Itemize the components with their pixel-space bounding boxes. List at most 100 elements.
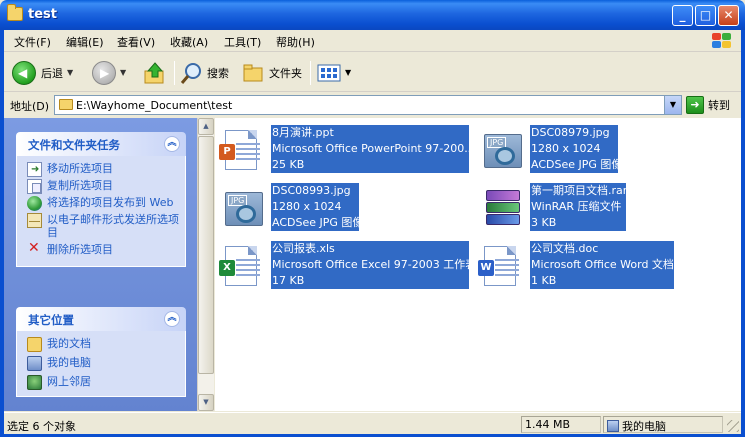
folder-icon bbox=[7, 4, 23, 21]
views-button[interactable]: ▼ bbox=[317, 59, 351, 86]
task-label: 以电子邮件形式发送所选项目 bbox=[47, 213, 179, 239]
address-label: 地址(D) bbox=[10, 100, 50, 113]
scroll-thumb[interactable] bbox=[198, 136, 214, 374]
other-places-body: 我的文档 我的电脑 网上邻居 bbox=[16, 331, 186, 397]
back-arrow-icon bbox=[12, 60, 36, 85]
menu-file[interactable]: 文件(F) bbox=[14, 34, 51, 50]
task-copy[interactable]: 复制所选项目 bbox=[27, 179, 185, 194]
status-size: 1.44 MB bbox=[525, 418, 571, 431]
menu-edit[interactable]: 编辑(E) bbox=[66, 34, 104, 50]
place-label: 我的电脑 bbox=[47, 356, 91, 369]
file-tasks-header[interactable]: 文件和文件夹任务 ︽ bbox=[16, 132, 186, 156]
back-label: 后退 bbox=[41, 66, 63, 80]
file-name: DSC08993.jpg bbox=[272, 184, 351, 197]
menu-favorites[interactable]: 收藏(A) bbox=[170, 34, 208, 50]
title-bar[interactable]: test _ □ ✕ bbox=[0, 0, 745, 30]
window-frame-right bbox=[741, 30, 745, 437]
maximize-button[interactable]: □ bbox=[695, 5, 716, 26]
word-file-icon: W bbox=[478, 244, 524, 290]
address-value: E:\Wayhome_Document\test bbox=[76, 99, 233, 112]
file-type: Microsoft Office Excel 97-2003 工作表 bbox=[272, 258, 469, 271]
task-email[interactable]: 以电子邮件形式发送所选项目 bbox=[27, 213, 185, 239]
windows-logo-icon bbox=[711, 32, 733, 50]
file-type: WinRAR 压缩文件 bbox=[531, 200, 622, 213]
menu-help[interactable]: 帮助(H) bbox=[276, 34, 315, 50]
scroll-down-button[interactable]: ▼ bbox=[198, 394, 214, 411]
forward-button[interactable]: ▼ bbox=[92, 59, 126, 86]
place-my-computer[interactable]: 我的电脑 bbox=[27, 356, 185, 371]
task-label: 复制所选项目 bbox=[47, 179, 113, 192]
menu-view[interactable]: 查看(V) bbox=[117, 34, 155, 50]
task-delete[interactable]: 删除所选项目 bbox=[27, 242, 185, 258]
close-button[interactable]: ✕ bbox=[718, 5, 739, 26]
search-button[interactable]: 搜索 bbox=[180, 59, 229, 86]
file-item[interactable]: JPG DSC08993.jpg 1280 x 1024 ACDSee JPG … bbox=[215, 183, 473, 231]
up-folder-icon bbox=[144, 61, 164, 83]
file-name: 8月演讲.ppt bbox=[272, 126, 334, 139]
chevron-down-icon: ▼ bbox=[120, 68, 127, 77]
back-button[interactable]: 后退 ▼ bbox=[12, 59, 73, 86]
file-details: DSC08993.jpg 1280 x 1024 ACDSee JPG 图像 bbox=[271, 183, 359, 231]
go-label: 转到 bbox=[708, 99, 730, 112]
file-type: Microsoft Office PowerPoint 97-200... bbox=[272, 142, 469, 155]
place-label: 我的文档 bbox=[47, 337, 91, 350]
toolbar-separator bbox=[310, 61, 311, 85]
file-type: 1280 x 1024 bbox=[272, 200, 342, 213]
up-folder-button[interactable] bbox=[143, 59, 167, 86]
file-size: ACDSee JPG 图像 bbox=[531, 158, 618, 171]
place-network[interactable]: 网上邻居 bbox=[27, 375, 185, 390]
forward-arrow-icon bbox=[92, 60, 116, 85]
file-item[interactable]: W 公司文档.doc Microsoft Office Word 文档 1 KB bbox=[474, 241, 736, 289]
collapse-icon[interactable]: ︽ bbox=[164, 311, 180, 327]
file-item[interactable]: X 公司报表.xls Microsoft Office Excel 97-200… bbox=[215, 241, 473, 289]
menu-tools[interactable]: 工具(T) bbox=[224, 34, 261, 50]
folders-icon bbox=[243, 64, 263, 81]
my-computer-icon bbox=[27, 356, 42, 371]
place-my-documents[interactable]: 我的文档 bbox=[27, 337, 185, 352]
status-selection: 选定 6 个对象 bbox=[7, 420, 76, 433]
file-list[interactable]: P 8月演讲.ppt Microsoft Office PowerPoint 9… bbox=[215, 118, 741, 411]
email-icon bbox=[27, 213, 42, 228]
other-places-panel: 其它位置 ︽ 我的文档 我的电脑 网上邻居 bbox=[16, 307, 186, 397]
chevron-down-icon: ▼ bbox=[345, 68, 352, 77]
file-type: Microsoft Office Word 文档 bbox=[531, 258, 674, 271]
address-bar: 地址(D) E:\Wayhome_Document\test ▼ ➜ 转到 bbox=[4, 93, 741, 117]
file-details: DSC08979.jpg 1280 x 1024 ACDSee JPG 图像 bbox=[530, 125, 618, 173]
window-title: test bbox=[28, 7, 57, 22]
task-publish-web[interactable]: 将选择的项目发布到 Web bbox=[27, 196, 185, 211]
menu-bar: 文件(F) 编辑(E) 查看(V) 收藏(A) 工具(T) 帮助(H) bbox=[4, 30, 741, 52]
file-details: 第一期项目文档.rar WinRAR 压缩文件 3 KB bbox=[530, 183, 626, 231]
file-tasks-title: 文件和文件夹任务 bbox=[28, 138, 120, 152]
scroll-up-button[interactable]: ▲ bbox=[198, 118, 214, 135]
file-item[interactable]: JPG DSC08979.jpg 1280 x 1024 ACDSee JPG … bbox=[474, 125, 736, 173]
resize-grip[interactable] bbox=[727, 420, 739, 432]
file-details: 公司报表.xls Microsoft Office Excel 97-2003 … bbox=[271, 241, 469, 289]
address-input[interactable]: E:\Wayhome_Document\test ▼ bbox=[54, 95, 682, 115]
address-dropdown-button[interactable]: ▼ bbox=[664, 96, 681, 114]
other-places-header[interactable]: 其它位置 ︽ bbox=[16, 307, 186, 331]
my-documents-icon bbox=[27, 337, 42, 352]
excel-file-icon: X bbox=[219, 244, 265, 290]
status-location-segment: 我的电脑 bbox=[603, 416, 723, 433]
file-details: 8月演讲.ppt Microsoft Office PowerPoint 97-… bbox=[271, 125, 469, 173]
delete-icon bbox=[27, 242, 42, 258]
toolbar: 后退 ▼ ▼ 搜索 文件夹 ▼ bbox=[4, 53, 741, 92]
collapse-icon[interactable]: ︽ bbox=[164, 136, 180, 152]
file-name: 公司报表.xls bbox=[272, 242, 335, 255]
task-pane: 文件和文件夹任务 ︽ 移动所选项目 复制所选项目 将选择的项目发布到 Web 以… bbox=[4, 118, 197, 411]
rar-archive-icon bbox=[478, 186, 524, 232]
task-pane-scrollbar[interactable]: ▲ ▼ bbox=[197, 118, 214, 411]
status-bar: 选定 6 个对象 1.44 MB 我的电脑 bbox=[4, 412, 741, 434]
folders-label: 文件夹 bbox=[269, 66, 302, 80]
file-item[interactable]: 第一期项目文档.rar WinRAR 压缩文件 3 KB bbox=[474, 183, 736, 231]
go-button[interactable]: ➜ 转到 bbox=[686, 96, 730, 114]
jpg-file-icon: JPG bbox=[219, 186, 265, 232]
folder-icon bbox=[59, 99, 73, 110]
my-computer-icon bbox=[607, 420, 619, 432]
folders-button[interactable]: 文件夹 bbox=[242, 59, 302, 86]
file-size: ACDSee JPG 图像 bbox=[272, 216, 359, 229]
task-move[interactable]: 移动所选项目 bbox=[27, 162, 185, 177]
minimize-button[interactable]: _ bbox=[672, 5, 693, 26]
file-size: 1 KB bbox=[531, 274, 557, 287]
file-item[interactable]: P 8月演讲.ppt Microsoft Office PowerPoint 9… bbox=[215, 125, 473, 173]
